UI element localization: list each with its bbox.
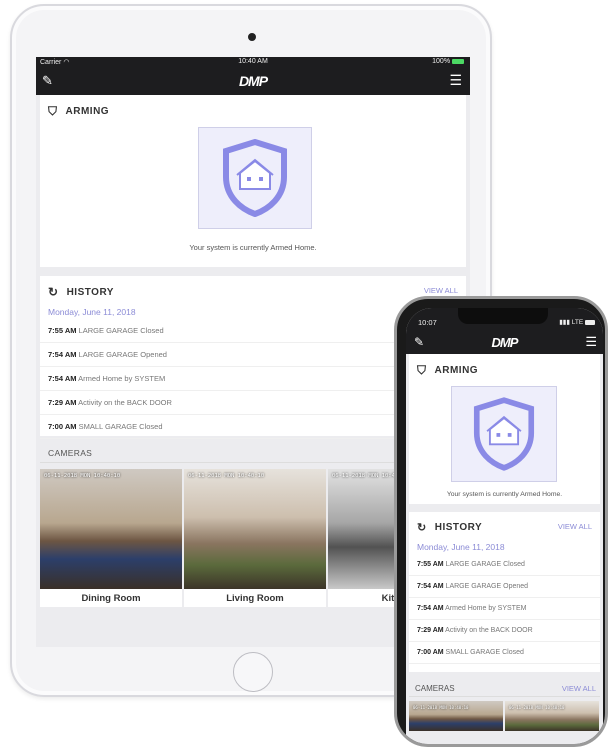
history-date: Monday, June 11, 2018 [417,542,505,552]
signal-bars-icon: ▮▮▮ [559,319,570,326]
battery-icon [585,319,595,325]
camera-timestamp: 06-11-2018 MON 10:40:10 [188,473,265,479]
signal-indicator: ▮▮▮ LTE [559,318,595,326]
status-bar: Carrier ◠ 10:40 AM 100% [36,57,470,67]
camera-name: Dining Room [81,593,141,604]
brand-logo: DMP [238,73,268,89]
history-clock-icon: ↻ [48,285,59,299]
history-row[interactable]: 7:29 AM Activity on the BACK DOOR [409,620,600,642]
cameras-header: CAMERAS VIEW ALL [409,672,600,697]
history-title: HISTORY [434,522,483,533]
camera-timestamp: 06-11-2018 MON 10:40:10 [509,705,565,710]
phone-device: 10:07 ▮▮▮ LTE ✎ DMP ☰ ⛉ ARMING Your syst… [394,296,608,747]
phone-screen: 10:07 ▮▮▮ LTE ✎ DMP ☰ ⛉ ARMING Your syst… [406,308,603,744]
camera-timestamp: 06-11-2018 MON 10:40:10 [413,705,469,710]
arming-status-button[interactable] [198,127,312,229]
clock: 10:40 AM [238,58,268,65]
camera-name: Living Room [226,593,284,604]
hamburger-menu-icon[interactable]: ☰ [585,334,597,350]
arming-card: ⛉ ARMING Your system is currently Armed … [40,95,466,267]
history-card: ↻ HISTORY VIEW ALL Monday, June 11, 2018… [409,512,600,672]
camera-tile[interactable]: 06-11-2018 MON 10:40:10 [409,701,503,731]
shield-outline-icon: ⛉ [48,104,58,118]
camera-feed: 06-11-2018 MON 10:40:10 [184,469,326,589]
arming-title: ARMING [434,365,479,376]
arming-header: ⛉ ARMING [409,354,600,378]
arming-status-text: Your system is currently Armed Home. [446,491,563,498]
front-camera [248,33,256,41]
camera-timestamp: 06-11-2018 MON 10:40:10 [44,473,121,479]
camera-strip[interactable]: 06-11-2018 MON 10:40:10 06-11-2018 MON 1… [409,701,600,731]
brand-logo: DMP [491,335,519,350]
arming-status-text: Your system is currently Armed Home. [189,243,317,252]
clock: 10:07 [418,318,437,327]
arming-card: ⛉ ARMING Your system is currently Armed … [409,354,600,504]
battery-icon [452,58,464,64]
arming-header: ⛉ ARMING [40,95,466,119]
view-all-cameras-link[interactable]: VIEW ALL [562,684,596,693]
cameras-title: CAMERAS [415,684,455,693]
view-all-history-link[interactable]: VIEW ALL [558,522,592,531]
camera-tile[interactable]: 06-11-2018 MON 10:40:10 [505,701,599,731]
history-title: HISTORY [66,286,114,298]
history-clock-icon: ↻ [417,522,427,534]
app-header: ✎ DMP ☰ [406,332,603,354]
arming-title: ARMING [65,106,110,117]
home-button[interactable] [233,652,273,692]
phone-notch [458,308,548,324]
camera-tile-living-room[interactable]: 06-11-2018 MON 10:40:10 Living Room [184,469,326,607]
history-row[interactable]: 7:00 AM SMALL GARAGE Closed [409,642,600,664]
battery-indicator: 100% [432,58,464,65]
arming-status-button[interactable] [451,386,557,482]
history-header: ↻ HISTORY [40,276,466,299]
shield-outline-icon: ⛉ [417,363,427,377]
shield-house-icon [223,139,287,217]
history-row[interactable]: 7:54 AM LARGE GARAGE Opened [409,576,600,598]
camera-feed: 06-11-2018 MON 10:40:10 [40,469,182,589]
history-row[interactable]: 7:55 AM LARGE GARAGE Closed [409,554,600,576]
view-all-history-link[interactable]: VIEW ALL [424,286,458,295]
camera-tile-dining-room[interactable]: 06-11-2018 MON 10:40:10 Dining Room [40,469,182,607]
history-row[interactable]: 7:54 AM Armed Home by SYSTEM [409,598,600,620]
app-header: ✎ DMP ☰ [36,67,470,95]
hamburger-menu-icon[interactable]: ☰ [449,72,462,89]
shield-house-icon [473,397,535,471]
